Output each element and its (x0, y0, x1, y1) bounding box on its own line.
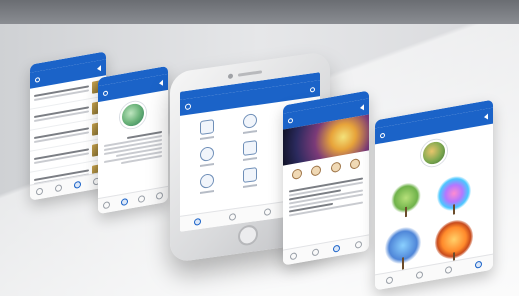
screen-profile (98, 65, 168, 215)
tab-home-icon[interactable] (103, 201, 111, 210)
tab-books-icon[interactable] (415, 270, 423, 280)
search-icon[interactable] (288, 117, 293, 124)
grid-item[interactable] (188, 117, 225, 141)
search-icon[interactable] (310, 86, 315, 93)
search-icon[interactable] (103, 89, 108, 96)
grid-item[interactable] (231, 138, 268, 162)
tab-books-icon[interactable] (120, 197, 128, 207)
top-background-band (0, 0, 519, 24)
back-icon[interactable] (159, 79, 163, 87)
tab-books-icon[interactable] (229, 212, 236, 221)
tab-home-icon[interactable] (36, 187, 43, 196)
home-button[interactable] (238, 223, 258, 247)
tab-list-icon[interactable] (264, 208, 271, 217)
tab-list-icon[interactable] (138, 194, 146, 204)
back-icon[interactable] (97, 65, 101, 72)
screen-book-detail (283, 90, 369, 266)
grid-item[interactable] (231, 111, 268, 135)
grid-item[interactable] (188, 171, 225, 195)
menu-icon[interactable] (185, 103, 191, 111)
tab-profile-icon[interactable] (354, 240, 362, 249)
speaker-icon (238, 70, 262, 77)
book-icon[interactable] (330, 161, 341, 174)
screen-list (30, 51, 106, 201)
tab-list-icon[interactable] (445, 265, 453, 275)
back-icon[interactable] (360, 104, 364, 112)
book-icon[interactable] (311, 164, 322, 177)
book-icon[interactable] (291, 168, 302, 181)
tab-books-icon[interactable] (311, 248, 319, 257)
tab-profile-icon[interactable] (474, 260, 482, 269)
grid-item[interactable] (188, 144, 225, 168)
avatar (421, 137, 447, 169)
tab-profile-icon[interactable] (155, 191, 163, 200)
book-icon[interactable] (350, 157, 361, 170)
camera-icon (228, 73, 233, 80)
grid-item[interactable] (231, 165, 268, 189)
tab-list-icon[interactable] (74, 180, 81, 189)
tab-home-icon[interactable] (290, 252, 298, 261)
search-icon[interactable] (380, 132, 385, 139)
tab-list-icon[interactable] (333, 244, 341, 253)
search-icon[interactable] (35, 76, 40, 83)
tab-home-icon[interactable] (194, 217, 201, 226)
back-icon[interactable] (484, 113, 488, 121)
tab-books-icon[interactable] (55, 184, 62, 193)
screen-trees-gallery (375, 99, 493, 291)
tab-home-icon[interactable] (386, 276, 394, 285)
